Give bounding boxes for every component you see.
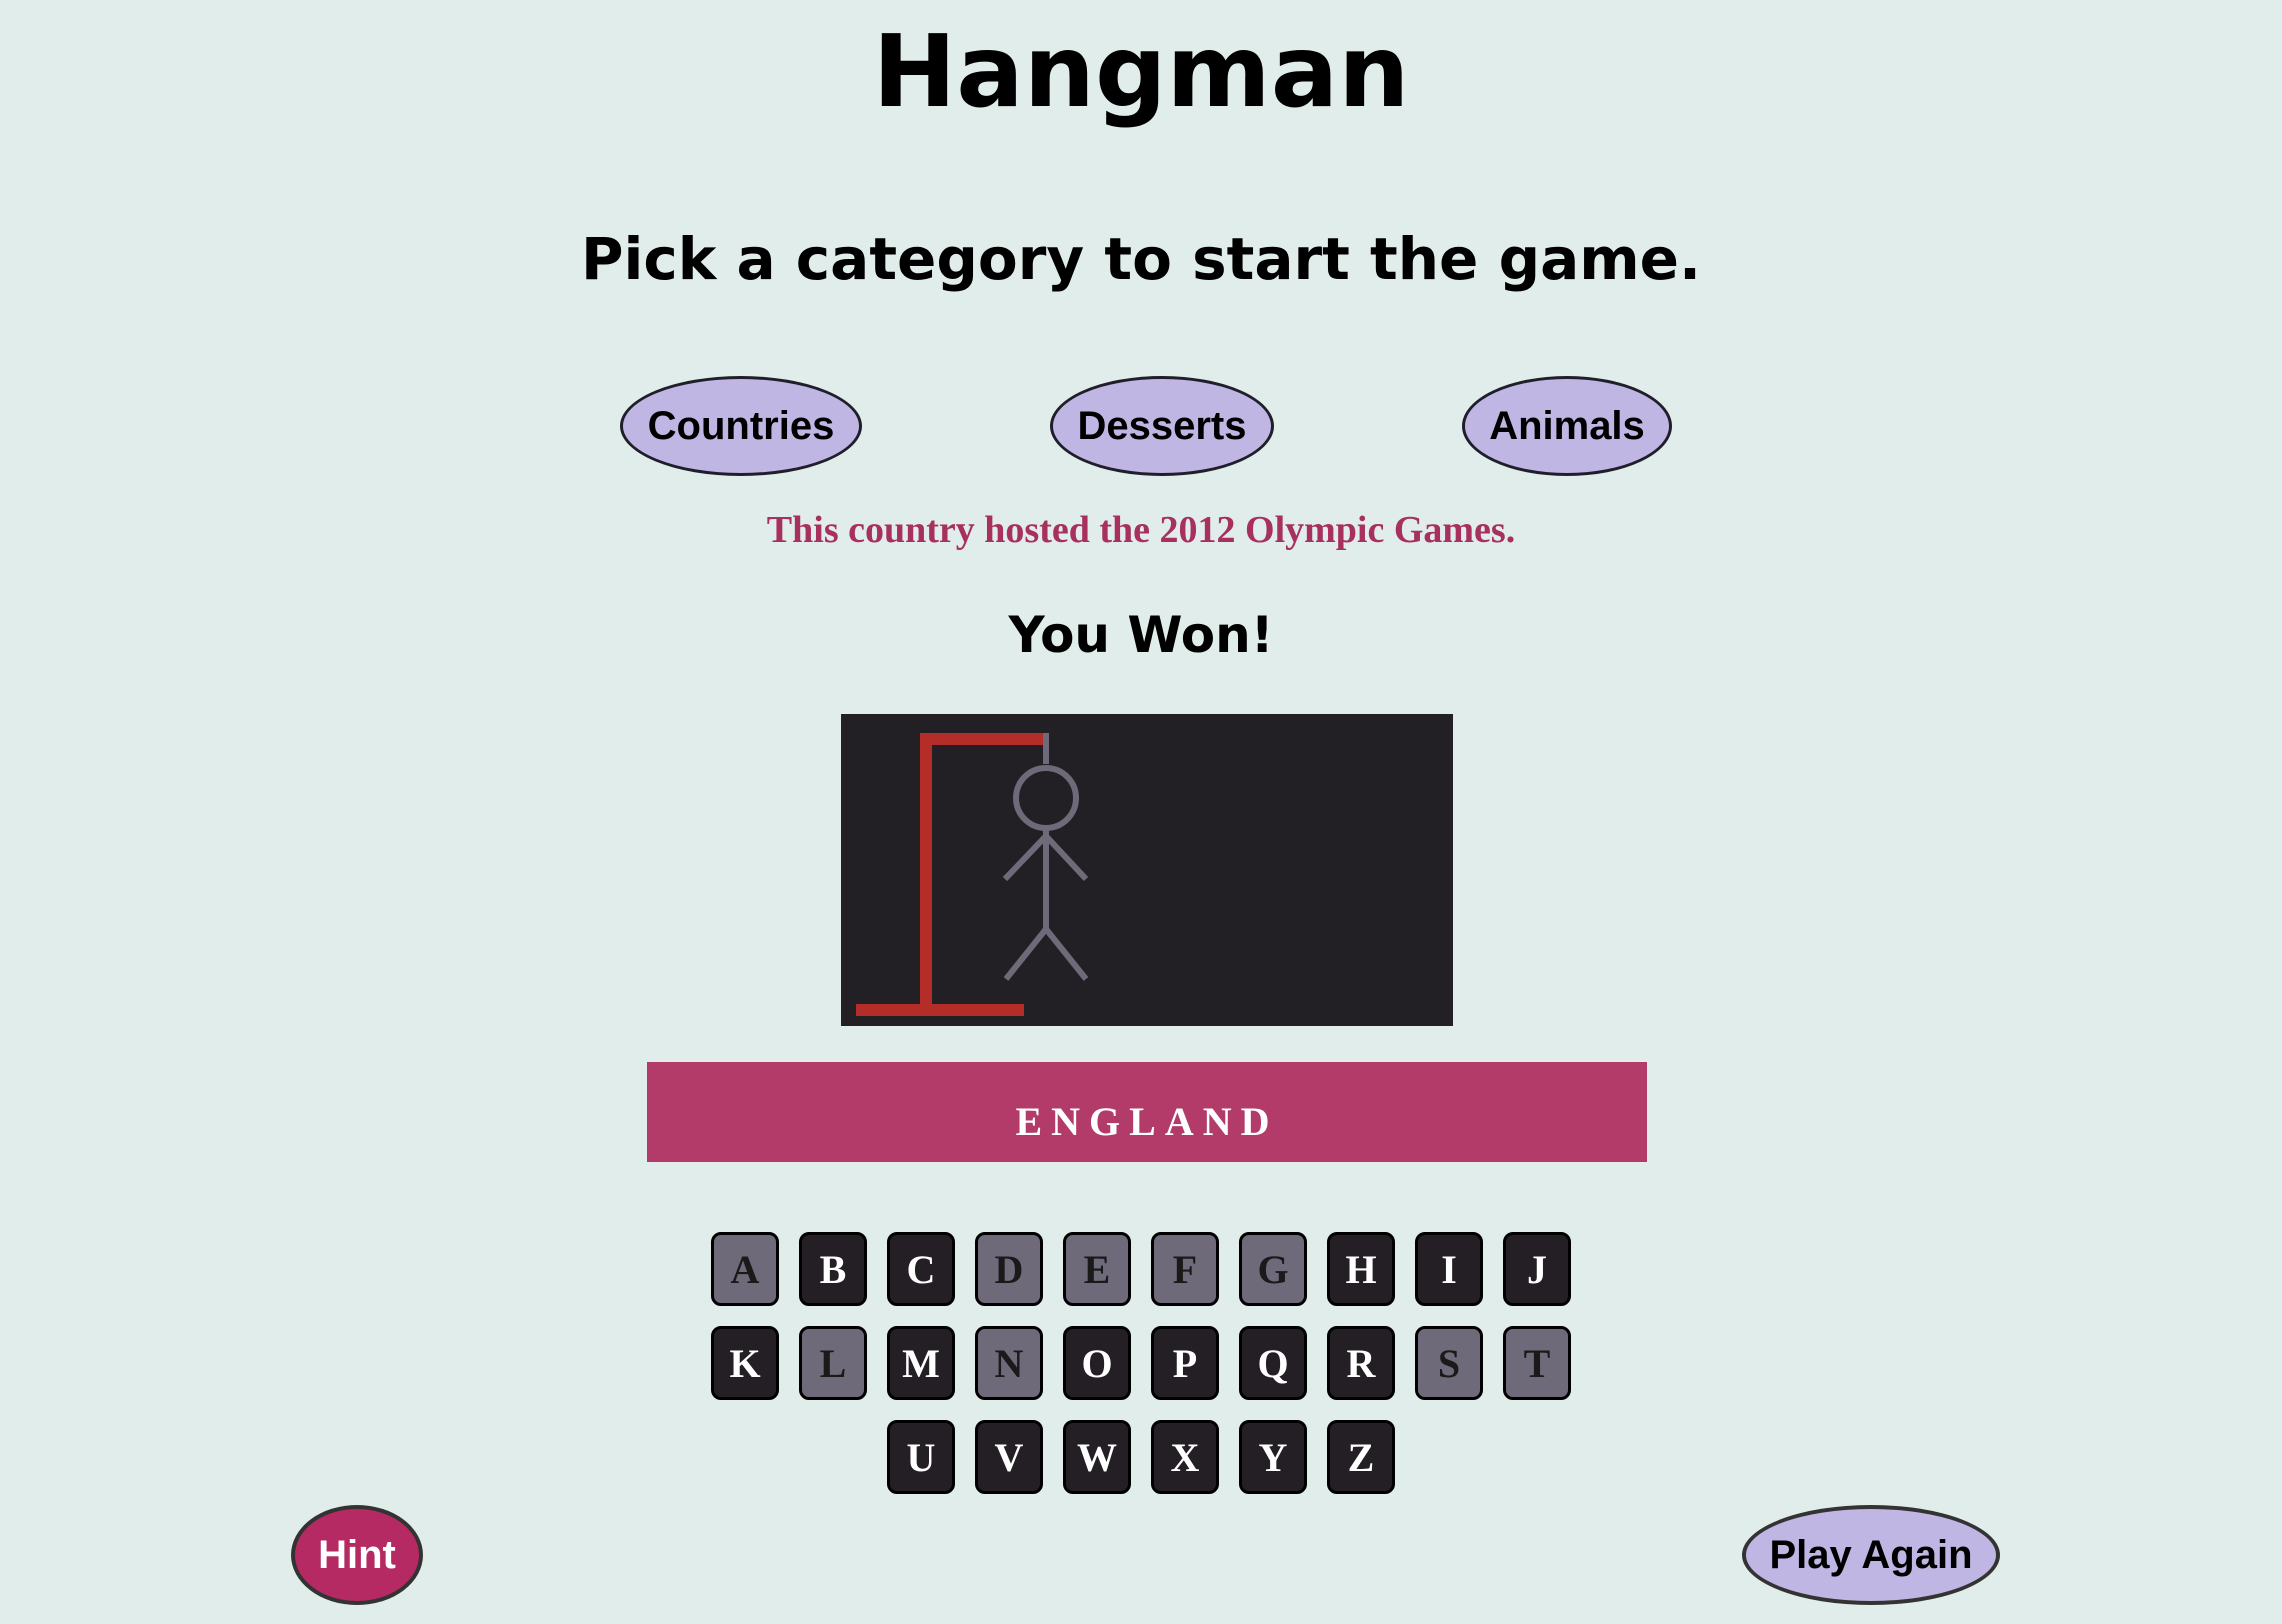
hangman-canvas — [841, 714, 1453, 1026]
letter-key-x[interactable]: X — [1151, 1420, 1219, 1494]
letter-key-n[interactable]: N — [975, 1326, 1043, 1400]
letter-key-j[interactable]: J — [1503, 1232, 1571, 1306]
letter-key-s[interactable]: S — [1415, 1326, 1483, 1400]
word-display: ENGLAND — [647, 1062, 1647, 1162]
hint-button[interactable]: Hint — [291, 1505, 423, 1605]
category-animals-button[interactable]: Animals — [1462, 376, 1672, 476]
letter-row: KLMNOPQRST — [0, 1326, 2282, 1400]
letter-key-h[interactable]: H — [1327, 1232, 1395, 1306]
letter-key-e[interactable]: E — [1063, 1232, 1131, 1306]
page-title: Hangman — [872, 13, 1410, 130]
hangman-drawing — [856, 733, 1089, 1016]
letter-key-d[interactable]: D — [975, 1232, 1043, 1306]
stick-figure — [1002, 733, 1089, 981]
letter-key-u[interactable]: U — [887, 1420, 955, 1494]
letter-key-i[interactable]: I — [1415, 1232, 1483, 1306]
letter-row: UVWXYZ — [0, 1420, 2282, 1494]
letter-row: ABCDEFGHIJ — [0, 1232, 2282, 1306]
figure-left-arm — [1002, 833, 1049, 882]
letter-key-l[interactable]: L — [799, 1326, 867, 1400]
category-countries-button[interactable]: Countries — [620, 376, 862, 476]
letter-key-b[interactable]: B — [799, 1232, 867, 1306]
hint-text: This country hosted the 2012 Olympic Gam… — [766, 509, 1516, 551]
letter-key-a[interactable]: A — [711, 1232, 779, 1306]
letter-key-f[interactable]: F — [1151, 1232, 1219, 1306]
letter-key-c[interactable]: C — [887, 1232, 955, 1306]
letter-keyboard: ABCDEFGHIJ KLMNOPQRST UVWXYZ — [0, 1232, 2282, 1514]
letter-key-t[interactable]: T — [1503, 1326, 1571, 1400]
game-result: You Won! — [1008, 606, 1274, 664]
letter-key-p[interactable]: P — [1151, 1326, 1219, 1400]
category-desserts-button[interactable]: Desserts — [1050, 376, 1274, 476]
letter-key-z[interactable]: Z — [1327, 1420, 1395, 1494]
play-again-button[interactable]: Play Again — [1742, 1505, 2000, 1605]
letter-key-y[interactable]: Y — [1239, 1420, 1307, 1494]
letter-key-r[interactable]: R — [1327, 1326, 1395, 1400]
guessed-word: ENGLAND — [1015, 1098, 1279, 1144]
figure-head — [1013, 765, 1079, 831]
letter-key-m[interactable]: M — [887, 1326, 955, 1400]
letter-key-v[interactable]: V — [975, 1420, 1043, 1494]
letter-key-g[interactable]: G — [1239, 1232, 1307, 1306]
instructions: Pick a category to start the game. — [580, 225, 1702, 293]
letter-key-o[interactable]: O — [1063, 1326, 1131, 1400]
figure-right-arm — [1043, 833, 1089, 882]
figure-right-leg — [1043, 927, 1089, 981]
letter-key-q[interactable]: Q — [1239, 1326, 1307, 1400]
letter-key-k[interactable]: K — [711, 1326, 779, 1400]
figure-left-leg — [1003, 927, 1049, 981]
letter-key-w[interactable]: W — [1063, 1420, 1131, 1494]
